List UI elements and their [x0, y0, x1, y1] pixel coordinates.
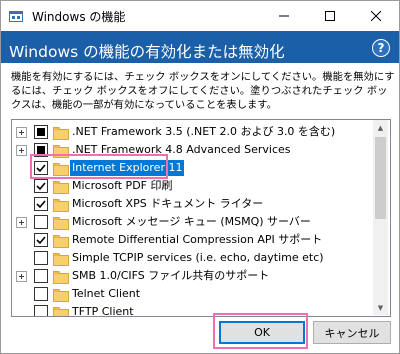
- feature-row-tftp-client[interactable]: TFTP Client: [12, 303, 372, 317]
- feature-checkbox[interactable]: [34, 287, 48, 301]
- feature-checkbox[interactable]: [34, 215, 48, 229]
- expand-plus-icon[interactable]: [16, 271, 27, 282]
- feature-row-simple-tcpip-services-i-e-echo-daytime-etc[interactable]: Simple TCPIP services (i.e. echo, daytim…: [12, 249, 372, 267]
- checkmark-icon: [36, 200, 46, 209]
- feature-row-net-framework-4-8-advanced-services[interactable]: .NET Framework 4.8 Advanced Services: [12, 141, 372, 159]
- checkmark-icon: [36, 164, 46, 173]
- feature-checkbox[interactable]: [34, 179, 48, 193]
- folder-icon: [53, 233, 69, 248]
- close-button[interactable]: [353, 1, 399, 31]
- feature-label: .NET Framework 4.8 Advanced Services: [72, 143, 291, 156]
- folder-icon: [53, 161, 69, 176]
- help-icon[interactable]: ?: [372, 39, 390, 57]
- feature-checkbox[interactable]: [34, 269, 48, 283]
- expand-plus-icon[interactable]: [16, 145, 27, 156]
- folder-icon: [53, 287, 69, 302]
- windows-features-dialog: Windows の機能 Windows の機能の有効化または無効化 ? 機能を有…: [0, 0, 400, 354]
- feature-row-telnet-client[interactable]: Telnet Client: [12, 285, 372, 303]
- feature-checkbox[interactable]: [34, 125, 48, 139]
- tree-scrollbar[interactable]: ▲ ▼: [373, 120, 388, 315]
- expand-plus-icon[interactable]: [16, 217, 27, 228]
- maximize-icon: [325, 11, 335, 21]
- feature-label: Telnet Client: [72, 287, 141, 300]
- cancel-button[interactable]: キャンセル: [313, 321, 391, 344]
- folder-icon: [53, 269, 69, 284]
- feature-label: Microsoft PDF 印刷: [72, 179, 173, 192]
- feature-checkbox[interactable]: [34, 305, 48, 316]
- feature-label: Microsoft メッセージ キュー (MSMQ) サーバー: [72, 215, 311, 228]
- folder-icon: [53, 215, 69, 230]
- scroll-thumb[interactable]: [375, 137, 386, 219]
- dialog-heading: Windows の機能の有効化または無効化: [9, 43, 285, 61]
- title-bar[interactable]: Windows の機能: [1, 1, 399, 31]
- checkmark-icon: [36, 182, 46, 191]
- folder-icon: [53, 305, 69, 316]
- feature-row-net-framework-3-5-net-2-0-3-0[interactable]: .NET Framework 3.5 (.NET 2.0 および 3.0 を含む…: [12, 123, 372, 141]
- feature-row-microsoft-xps[interactable]: Microsoft XPS ドキュメント ライター: [12, 195, 372, 213]
- feature-label: SMB 1.0/CIFS ファイル共有のサポート: [72, 269, 270, 282]
- feature-label: Microsoft XPS ドキュメント ライター: [72, 197, 264, 210]
- feature-label: TFTP Client: [72, 305, 134, 317]
- feature-row-smb-1-0-cifs[interactable]: SMB 1.0/CIFS ファイル共有のサポート: [12, 267, 372, 285]
- feature-checkbox[interactable]: [34, 143, 48, 157]
- windows-features-app-icon: [9, 11, 23, 22]
- folder-icon: [53, 197, 69, 212]
- feature-label: Simple TCPIP services (i.e. echo, daytim…: [72, 251, 324, 264]
- folder-icon: [53, 125, 69, 140]
- checkmark-icon: [36, 236, 46, 245]
- expand-plus-icon[interactable]: [16, 127, 27, 138]
- feature-label: .NET Framework 3.5 (.NET 2.0 および 3.0 を含む…: [72, 125, 336, 138]
- folder-icon: [53, 251, 69, 266]
- minimize-icon: [279, 15, 289, 17]
- feature-checkbox[interactable]: [34, 197, 48, 211]
- folder-icon: [53, 179, 69, 194]
- feature-row-remote-differential-compression-api[interactable]: Remote Differential Compression API サポート: [12, 231, 372, 249]
- feature-label: Internet Explorer 11: [70, 160, 185, 176]
- folder-icon: [53, 143, 69, 158]
- feature-checkbox[interactable]: [34, 161, 48, 175]
- feature-checkbox[interactable]: [34, 233, 48, 247]
- window-title: Windows の機能: [32, 10, 126, 24]
- scroll-up-arrow-icon[interactable]: ▲: [373, 120, 388, 135]
- scroll-down-arrow-icon[interactable]: ▼: [373, 300, 388, 315]
- minimize-button[interactable]: [261, 1, 307, 31]
- feature-row-microsoft-pdf[interactable]: Microsoft PDF 印刷: [12, 177, 372, 195]
- feature-checkbox[interactable]: [34, 251, 48, 265]
- feature-row-microsoft-msmq[interactable]: Microsoft メッセージ キュー (MSMQ) サーバー: [12, 213, 372, 231]
- close-icon: [371, 11, 381, 21]
- feature-tree: .NET Framework 3.5 (.NET 2.0 および 3.0 を含む…: [11, 119, 391, 317]
- feature-label: Remote Differential Compression API サポート: [72, 233, 323, 246]
- instructions-text: 機能を有効にするには、チェック ボックスをオンにしてください。機能を無効にするに…: [11, 71, 395, 111]
- ok-button[interactable]: OK: [219, 321, 305, 344]
- maximize-button[interactable]: [307, 1, 353, 31]
- feature-row-internet-explorer-11[interactable]: Internet Explorer 11: [12, 159, 372, 177]
